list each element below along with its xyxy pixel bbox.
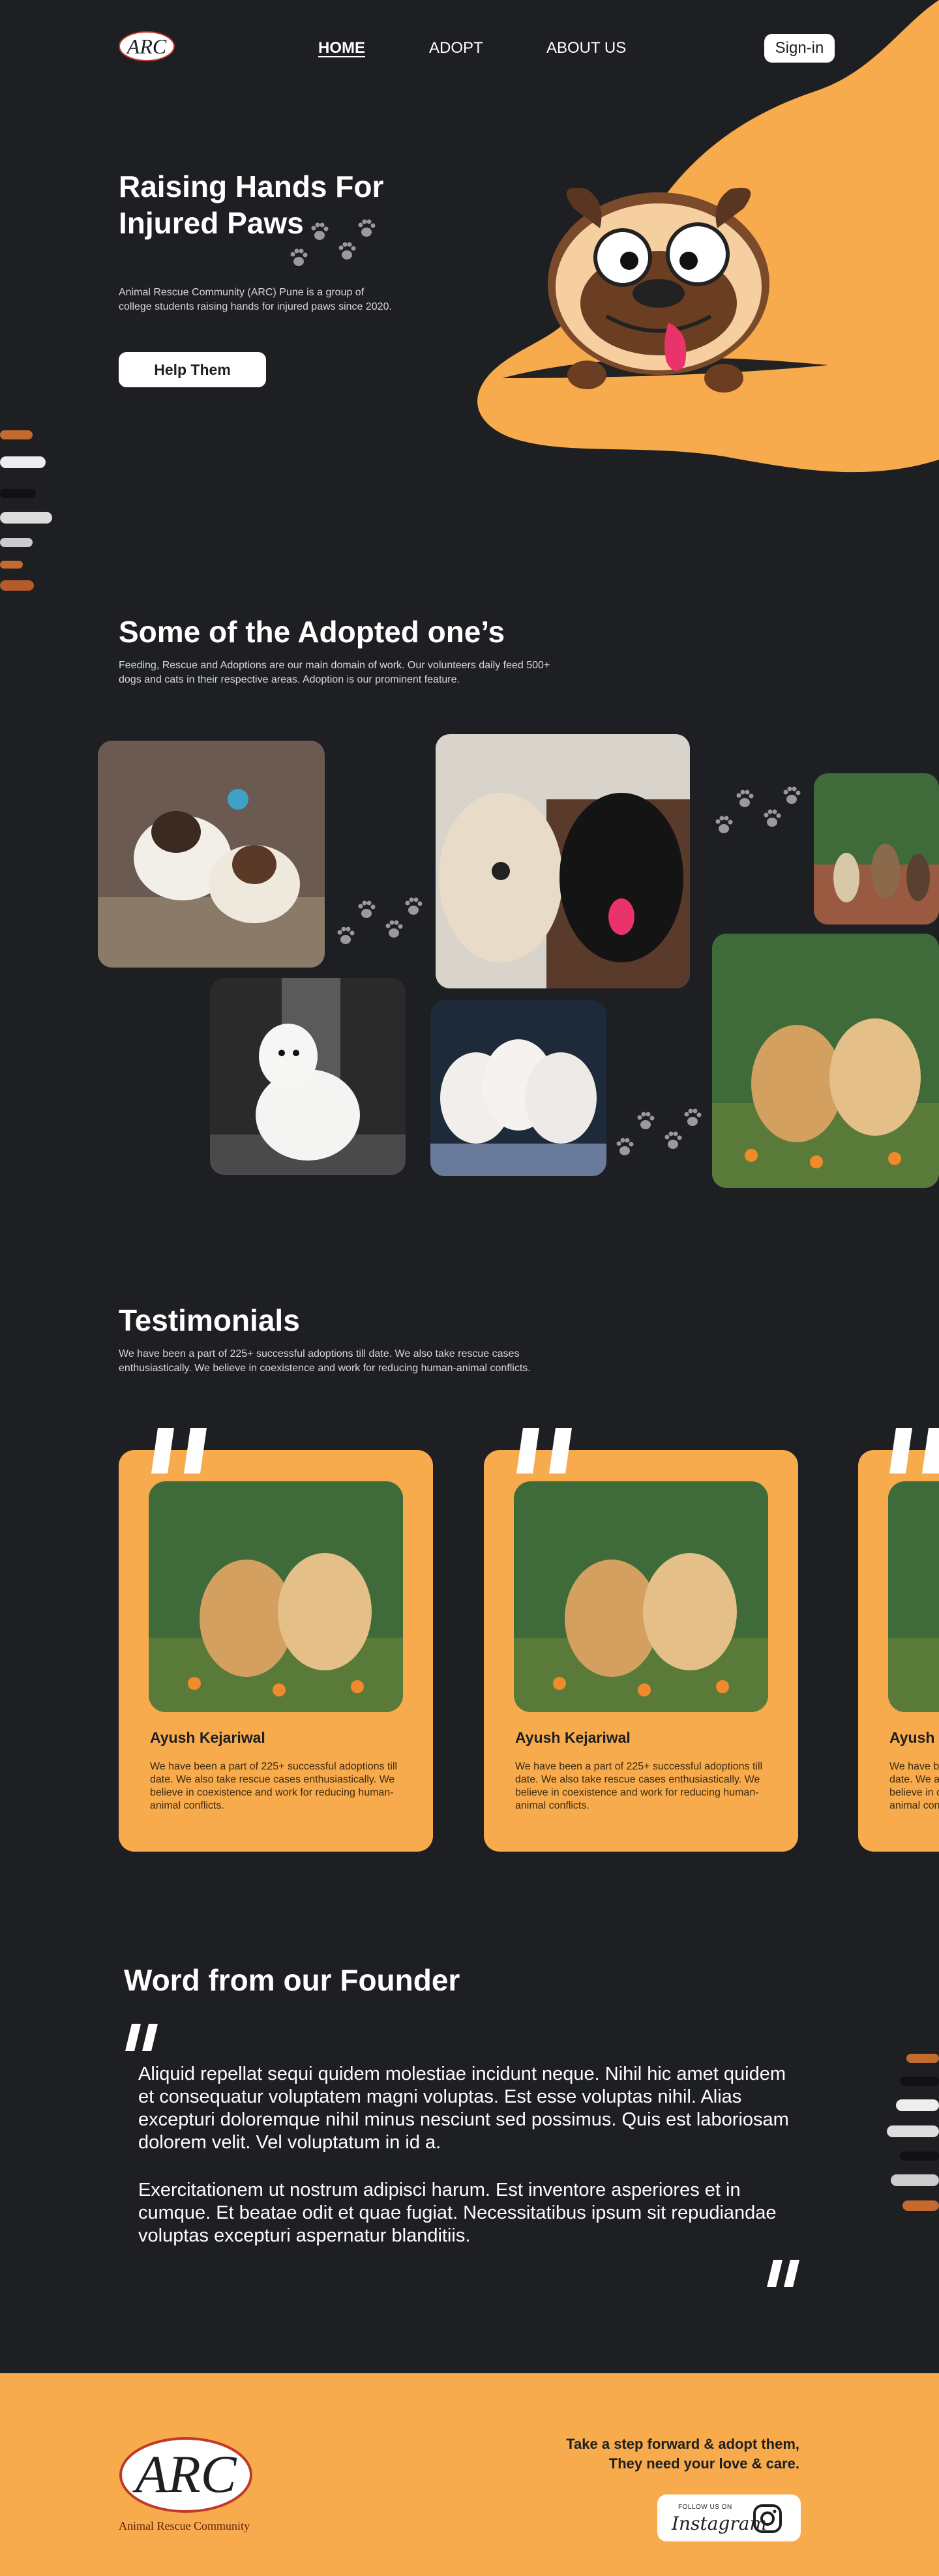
testimonials-title: Testimonials <box>119 1303 300 1337</box>
arc-logo-footer[interactable]: ARC <box>117 2429 267 2527</box>
adopted-description: Feeding, Rescue and Adoptions are our ma… <box>119 660 550 685</box>
hero-description: Animal Rescue Community (ARC) Pune is a … <box>119 287 392 312</box>
quote-open-icon <box>516 1428 572 1473</box>
testimonial-photo <box>514 1481 768 1712</box>
testimonial-text: We have been a part of 225+ successful a… <box>150 1761 398 1811</box>
adopted-photo-dog-park <box>814 773 939 925</box>
pug-illustration <box>502 188 828 392</box>
sign-in-button[interactable]: Sign-in <box>764 34 835 63</box>
adopted-photo-kittens <box>430 1000 606 1176</box>
adopted-photo-puppies <box>98 741 325 968</box>
testimonial-card: Ayush Kejariwal We have been a part of 2… <box>484 1450 798 1852</box>
testimonial-photo <box>149 1481 403 1712</box>
svg-text:ARC: ARC <box>132 2444 237 2504</box>
cat-legs-decoration-left <box>0 430 52 591</box>
footer-cta-line2: They need your love & care. <box>608 2455 799 2472</box>
adopted-photo-golden-puppies <box>712 934 939 1188</box>
nav-about-link[interactable]: ABOUT US <box>546 39 626 57</box>
paw-print-icon <box>715 786 801 833</box>
hero-title-line2: Injured Paws <box>119 206 304 240</box>
nav-home-link[interactable]: HOME <box>318 39 365 57</box>
footer: ARC Animal Rescue Community Take a step … <box>0 2373 939 2576</box>
testimonials-description: We have been a part of 225+ successful a… <box>119 1348 531 1374</box>
founder-paragraph-2: Exercitationem ut nostrum adipisci harum… <box>138 2180 777 2246</box>
instagram-follow-label: FOLLOW US ON <box>678 2504 732 2511</box>
testimonial-name: Ayush Kejariwal <box>889 1729 939 1746</box>
testimonial-card: Ayush Kejariwal We have been a part of 2… <box>119 1450 433 1852</box>
testimonial-photo <box>888 1481 939 1712</box>
svg-text:ARC: ARC <box>126 35 167 58</box>
nav-adopt-link[interactable]: ADOPT <box>429 39 483 57</box>
founder-paragraph-1: Aliquid repellat sequi quidem molestiae … <box>138 2064 789 2153</box>
adopted-photo-white-dog <box>210 978 406 1175</box>
testimonial-name: Ayush Kejariwal <box>515 1729 631 1746</box>
testimonial-name: Ayush Kejariwal <box>150 1729 265 1746</box>
top-navigation: ARC HOME ADOPT ABOUT US Sign-in <box>0 0 939 98</box>
footer-cta: Take a step forward & adopt them, They n… <box>460 2435 799 2474</box>
testimonial-card-clip: Ayush Kejariwal We have been a part of 2… <box>858 1450 939 1852</box>
adopted-title: Some of the Adopted one’s <box>119 615 505 649</box>
quote-open-icon <box>889 1428 939 1473</box>
instagram-icon <box>753 2504 782 2533</box>
quote-open-icon <box>125 2024 158 2051</box>
founder-title: Word from our Founder <box>124 1963 460 1997</box>
paw-print-icon <box>290 219 376 266</box>
arc-logo[interactable]: ARC <box>117 29 176 64</box>
quote-close-icon <box>767 2260 799 2287</box>
footer-tagline: Animal Rescue Community <box>119 2519 250 2532</box>
paw-print-icon <box>337 897 423 944</box>
cat-legs-decoration-right <box>887 2054 939 2211</box>
instagram-follow-button[interactable]: FOLLOW US ON Instagram <box>657 2495 801 2541</box>
footer-cta-line1: Take a step forward & adopt them, <box>566 2436 799 2452</box>
hero-title-line1: Raising Hands For <box>119 170 384 203</box>
help-them-button[interactable]: Help Them <box>119 352 266 387</box>
testimonial-card: Ayush Kejariwal We have been a part of 2… <box>858 1450 939 1852</box>
paw-print-icon <box>616 1108 702 1155</box>
quote-open-icon <box>151 1428 207 1473</box>
testimonial-text: We have been a part of 225+ successful a… <box>889 1761 939 1811</box>
testimonial-text: We have been a part of 225+ successful a… <box>515 1761 763 1811</box>
adopted-photo-two-dogs <box>436 734 690 988</box>
